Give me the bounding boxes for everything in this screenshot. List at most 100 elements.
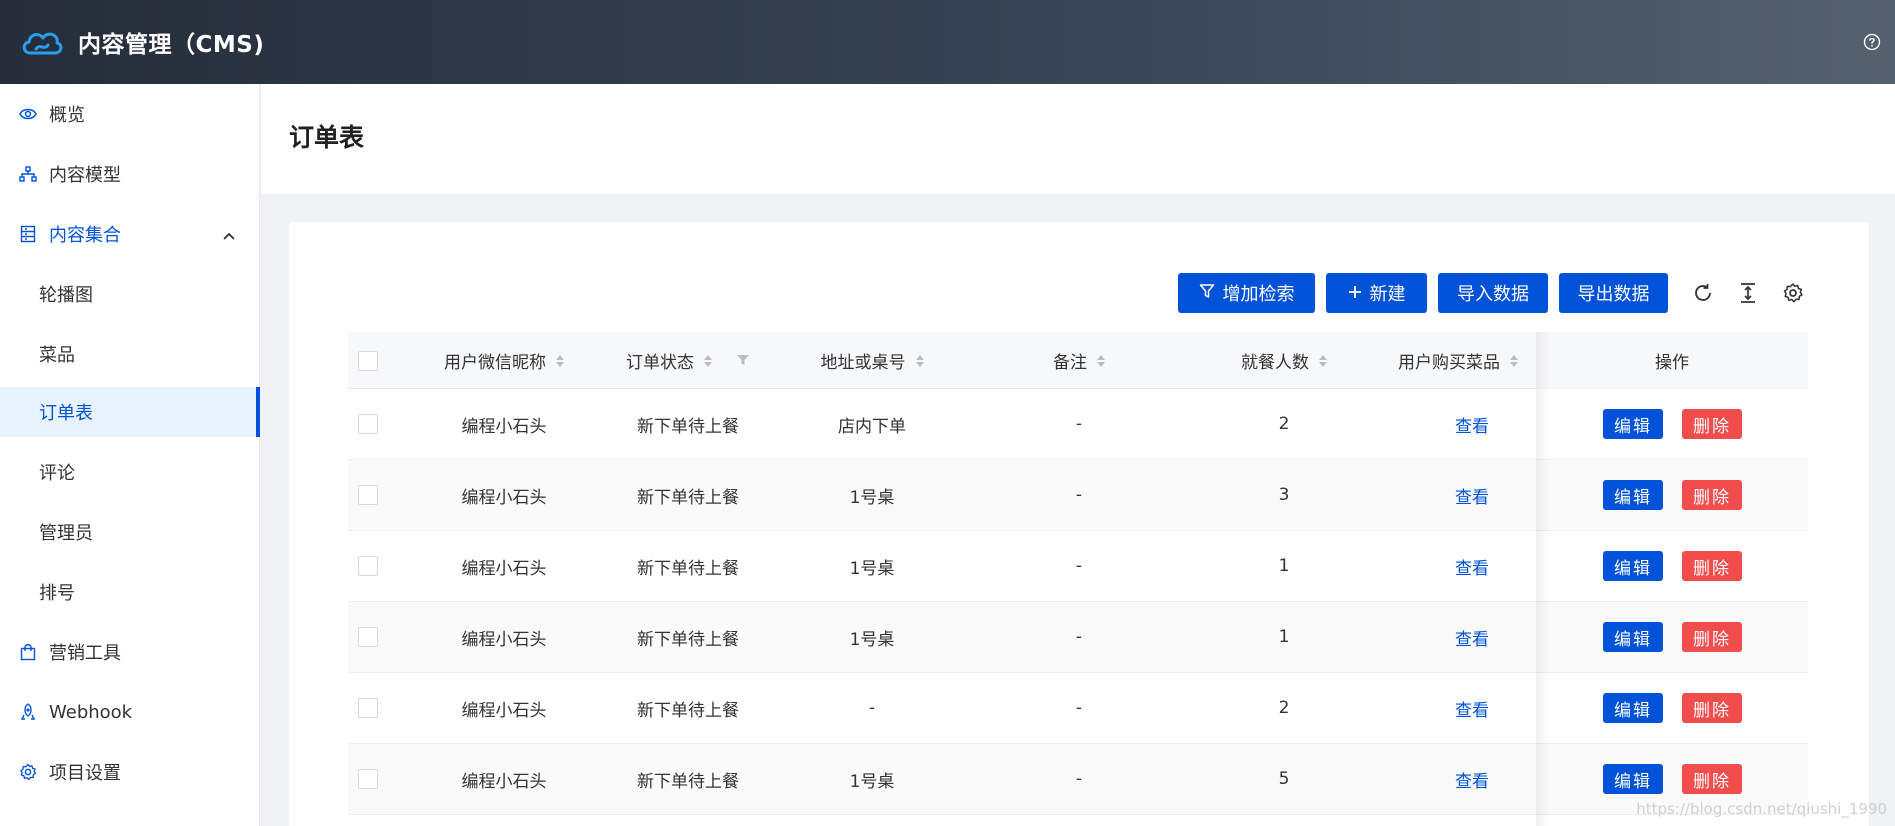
sort-icon[interactable] xyxy=(1319,354,1327,367)
new-record-button[interactable]: 新建 xyxy=(1326,273,1427,313)
row-checkbox[interactable] xyxy=(358,556,378,576)
table-row[interactable]: 编程小石头 新下单待上餐 1号桌 - 5 查看 编辑 删除 xyxy=(348,744,1808,815)
edit-button[interactable]: 编辑 xyxy=(1603,693,1663,723)
view-dishes-link[interactable]: 查看 xyxy=(1412,602,1532,672)
sidebar-item-settings[interactable]: 项目设置 xyxy=(0,747,260,797)
row-select-cell xyxy=(348,744,388,814)
table-row[interactable]: 编程小石头 新下单待上餐 1号桌 - 1 查看 编辑 删除 xyxy=(348,531,1808,602)
column-filter-icon[interactable] xyxy=(736,351,750,371)
edit-button[interactable]: 编辑 xyxy=(1603,480,1663,510)
edit-button[interactable]: 编辑 xyxy=(1603,409,1663,439)
cell-status: 新下单待上餐 xyxy=(637,487,739,508)
cloud-logo-icon xyxy=(20,24,64,60)
table-row[interactable]: 编程小石头 新下单待上餐 - - 2 查看 编辑 删除 xyxy=(348,673,1808,744)
app-title: 内容管理（CMS) xyxy=(78,32,265,58)
cell-nickname: 编程小石头 xyxy=(461,771,547,792)
export-data-button[interactable]: 导出数据 xyxy=(1559,273,1668,313)
fixed-column-shadow xyxy=(1536,332,1550,826)
sidebar-item-webhook[interactable]: Webhook xyxy=(0,687,260,737)
column-header-address[interactable]: 地址或桌号 xyxy=(780,332,964,389)
sidebar-item-comments[interactable]: 评论 xyxy=(0,447,260,497)
database-icon xyxy=(18,224,38,244)
sidebar-item-content-model[interactable]: 内容模型 xyxy=(0,149,260,199)
sidebar-item-carousel[interactable]: 轮播图 xyxy=(0,269,260,319)
view-dishes-link[interactable]: 查看 xyxy=(1412,531,1532,601)
sidebar-item-queue[interactable]: 排号 xyxy=(0,567,260,617)
cell-people: 2 xyxy=(1278,698,1290,718)
sidebar-item-label: 项目设置 xyxy=(49,763,121,784)
sort-icon[interactable] xyxy=(1097,354,1105,367)
row-checkbox[interactable] xyxy=(358,627,378,647)
column-header-label: 地址或桌号 xyxy=(820,353,906,373)
row-actions: 编辑 删除 xyxy=(1603,531,1742,601)
cell-status: 新下单待上餐 xyxy=(637,771,739,792)
cell-people: 1 xyxy=(1278,627,1290,647)
sidebar-item-marketing[interactable]: 营销工具 xyxy=(0,627,260,677)
delete-button[interactable]: 删除 xyxy=(1682,764,1742,794)
delete-button[interactable]: 删除 xyxy=(1682,551,1742,581)
add-filter-button[interactable]: 增加检索 xyxy=(1178,273,1315,313)
density-icon[interactable] xyxy=(1736,281,1760,305)
sidebar-item-orders[interactable]: 订单表 xyxy=(0,387,260,437)
table-row[interactable]: 编程小石头 新下单待上餐 店内下单 - 2 查看 编辑 删除 xyxy=(348,389,1808,460)
sidebar-item-admins[interactable]: 管理员 xyxy=(0,507,260,557)
sort-icon[interactable] xyxy=(915,354,924,367)
sort-icon[interactable] xyxy=(704,354,712,367)
import-data-label: 导入数据 xyxy=(1457,284,1529,305)
top-header: 内容管理（CMS) xyxy=(0,0,1895,84)
help-icon[interactable] xyxy=(1863,33,1881,51)
row-checkbox[interactable] xyxy=(358,698,378,718)
table-row[interactable]: 编程小石头 新下单待上餐 1号桌 - 1 查看 编辑 删除 xyxy=(348,602,1808,673)
delete-button[interactable]: 删除 xyxy=(1682,693,1742,723)
cell-nickname: 编程小石头 xyxy=(461,416,547,437)
view-dishes-link[interactable]: 查看 xyxy=(1412,389,1532,459)
delete-button[interactable]: 删除 xyxy=(1682,409,1742,439)
edit-button[interactable]: 编辑 xyxy=(1603,764,1663,794)
select-all-checkbox[interactable] xyxy=(358,350,378,371)
row-checkbox[interactable] xyxy=(358,769,378,789)
delete-button[interactable]: 删除 xyxy=(1682,480,1742,510)
sort-icon[interactable] xyxy=(556,354,564,367)
sort-icon[interactable] xyxy=(1510,354,1518,367)
view-dishes-link[interactable]: 查看 xyxy=(1412,673,1532,743)
row-select-cell xyxy=(348,602,388,672)
column-header-note[interactable]: 备注 xyxy=(964,332,1194,389)
cell-address: 1号桌 xyxy=(849,771,895,792)
cell-status: 新下单待上餐 xyxy=(637,416,739,437)
sidebar-item-label: 轮播图 xyxy=(39,285,93,306)
add-filter-label: 增加检索 xyxy=(1222,284,1295,305)
webhook-icon xyxy=(18,702,38,722)
sidebar-item-label: 内容模型 xyxy=(49,165,121,186)
sidebar-item-dishes[interactable]: 菜品 xyxy=(0,329,260,379)
sidebar-item-label: 订单表 xyxy=(39,403,93,424)
row-checkbox[interactable] xyxy=(358,485,378,505)
content-card: 增加检索 新建 导入数据 导出数据 用户微信昵称 订单状态 地址或桌号 备注 就… xyxy=(289,222,1869,826)
column-header-label: 订单状态 xyxy=(626,353,694,373)
view-dishes-link[interactable]: 查看 xyxy=(1412,744,1532,814)
sidebar-item-label: 排号 xyxy=(39,583,75,604)
refresh-icon[interactable] xyxy=(1691,281,1715,305)
column-header-actions: 操作 xyxy=(1536,332,1808,389)
column-header-status[interactable]: 订单状态 xyxy=(596,332,780,389)
sidebar-item-label: 营销工具 xyxy=(49,643,121,664)
row-checkbox[interactable] xyxy=(358,414,378,434)
chevron-up-icon[interactable] xyxy=(222,227,236,241)
column-header-dishes[interactable]: 用户购买菜品 xyxy=(1398,332,1548,389)
sidebar-item-overview[interactable]: 概览 xyxy=(0,89,260,139)
cell-note: - xyxy=(1075,627,1083,647)
sidebar-item-content-collection[interactable]: 内容集合 xyxy=(0,209,260,259)
table-row[interactable]: 编程小石头 新下单待上餐 1号桌 - 3 查看 编辑 删除 xyxy=(348,460,1808,531)
row-actions: 编辑 删除 xyxy=(1603,673,1742,743)
edit-button[interactable]: 编辑 xyxy=(1603,622,1663,652)
column-header-people[interactable]: 就餐人数 xyxy=(1194,332,1374,389)
column-settings-gear-icon[interactable] xyxy=(1781,281,1805,305)
delete-button[interactable]: 删除 xyxy=(1682,622,1742,652)
edit-button[interactable]: 编辑 xyxy=(1603,551,1663,581)
eye-icon xyxy=(18,104,38,124)
row-select-cell xyxy=(348,389,388,459)
import-data-button[interactable]: 导入数据 xyxy=(1438,273,1548,313)
column-header-nickname[interactable]: 用户微信昵称 xyxy=(412,332,596,389)
view-dishes-link[interactable]: 查看 xyxy=(1412,460,1532,530)
cell-address: 店内下单 xyxy=(838,416,906,437)
export-data-label: 导出数据 xyxy=(1577,284,1650,305)
